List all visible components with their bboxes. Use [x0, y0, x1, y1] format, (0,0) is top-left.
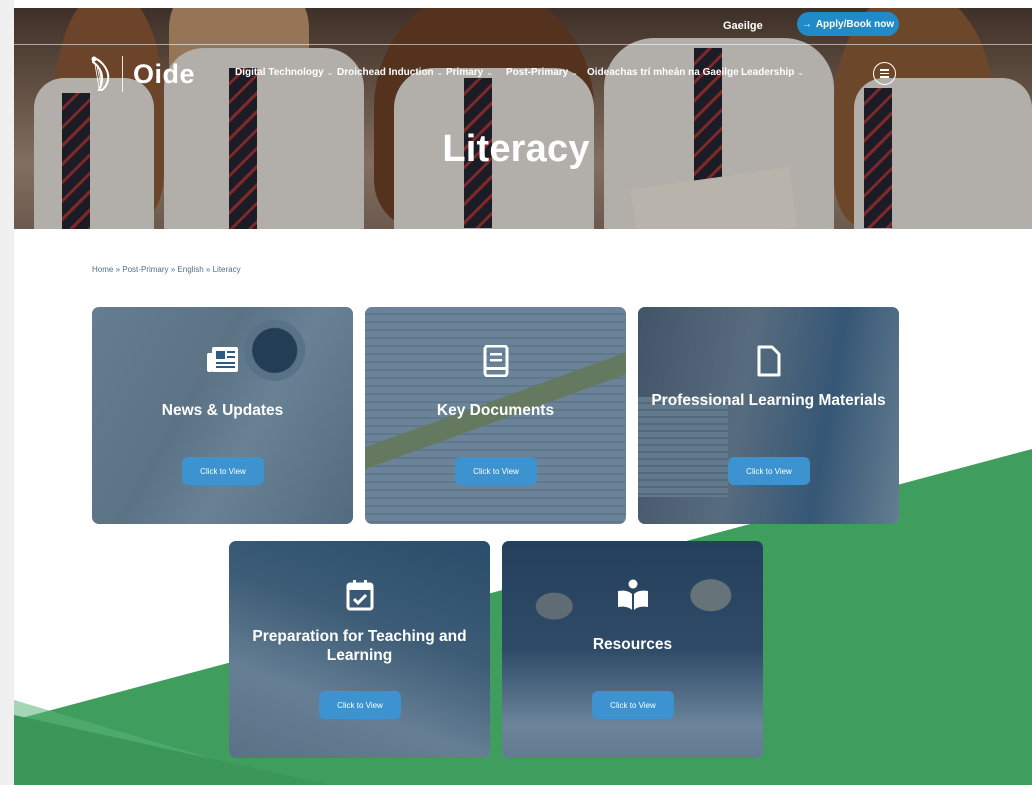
arrow-right-icon: →: [801, 18, 812, 30]
nav-item-oideachas-tri-mhean-na-gaeilge[interactable]: Oideachas trí mheán na Gaeilge ⌄: [587, 67, 748, 78]
chevron-down-icon: ⌄: [326, 68, 334, 77]
left-edge-strip: [0, 0, 14, 785]
click-to-view-button[interactable]: Click to View: [728, 457, 810, 485]
nav-label: Droichead Induction: [337, 67, 434, 78]
chevron-down-icon: ⌄: [486, 68, 493, 77]
chevron-down-icon: ⌄: [436, 68, 444, 77]
chevron-down-icon: ⌄: [571, 68, 578, 77]
nav-label: Post-Primary: [506, 67, 569, 78]
nav-item-leadership[interactable]: Leadership ⌄: [741, 67, 804, 78]
reading-icon: [502, 579, 763, 611]
logo-divider: [122, 56, 123, 92]
card-title: Resources: [592, 636, 673, 653]
click-to-view-button[interactable]: Click to View: [182, 457, 264, 485]
breadcrumb-separator: »: [115, 265, 121, 274]
page-title: Literacy: [442, 128, 590, 170]
nav-label: Primary: [446, 67, 484, 78]
breadcrumb-separator: »: [170, 265, 176, 274]
apply-button-label: Apply/Book now: [815, 18, 895, 30]
card-title: News & Updates: [161, 402, 284, 419]
click-to-view-button[interactable]: Click to View: [592, 691, 674, 719]
card-news-updates[interactable]: News & Updates Click to View: [92, 307, 353, 524]
card-title: Preparation for Teaching and Learning: [252, 628, 467, 664]
card-title: Professional Learning Materials: [651, 392, 886, 409]
nav-item-droichead-induction[interactable]: Droichead Induction ⌄: [337, 67, 443, 78]
nav-label: Digital Technology: [235, 67, 324, 78]
nav-item-primary[interactable]: Primary ⌄: [446, 67, 493, 78]
oide-logo[interactable]: Oide: [90, 54, 195, 94]
top-utility-bar: Gaeilge → Apply/Book now: [14, 8, 1032, 45]
breadcrumb-current: Literacy: [212, 265, 241, 274]
hamburger-menu-icon[interactable]: [873, 62, 896, 85]
nav-label: Leadership: [741, 67, 795, 78]
newspaper-icon: [92, 345, 353, 375]
card-title: Key Documents: [436, 402, 555, 419]
logo-text: Oide: [133, 58, 196, 89]
card-resources[interactable]: Resources Click to View: [502, 541, 763, 758]
calendar-check-icon: [229, 579, 490, 611]
chevron-down-icon: ⌄: [797, 68, 805, 77]
card-overlay: [638, 307, 899, 524]
card-preparation-teaching-learning[interactable]: Preparation for Teaching and Learning Cl…: [229, 541, 490, 758]
click-to-view-button[interactable]: Click to View: [455, 457, 537, 485]
file-icon: [638, 345, 899, 377]
harp-logo-icon: [91, 56, 110, 91]
breadcrumb-home[interactable]: Home: [92, 265, 113, 274]
breadcrumb-english[interactable]: English: [177, 265, 203, 274]
nav-label: Oideachas trí mheán na Gaeilge: [587, 67, 739, 78]
document-icon: [365, 345, 626, 377]
card-professional-learning-materials[interactable]: Professional Learning Materials Click to…: [638, 307, 899, 524]
breadcrumb: Home » Post-Primary » English » Literacy: [92, 265, 241, 274]
gaeilge-language-link[interactable]: Gaeilge: [723, 20, 763, 32]
nav-item-post-primary[interactable]: Post-Primary ⌄: [506, 67, 578, 78]
breadcrumb-post-primary[interactable]: Post-Primary: [122, 265, 168, 274]
breadcrumb-separator: »: [205, 265, 211, 274]
apply-book-now-button[interactable]: → Apply/Book now: [797, 12, 899, 36]
click-to-view-button[interactable]: Click to View: [319, 691, 401, 719]
card-key-documents[interactable]: Key Documents Click to View: [365, 307, 626, 524]
nav-item-digital-technology[interactable]: Digital Technology ⌄: [235, 67, 333, 78]
